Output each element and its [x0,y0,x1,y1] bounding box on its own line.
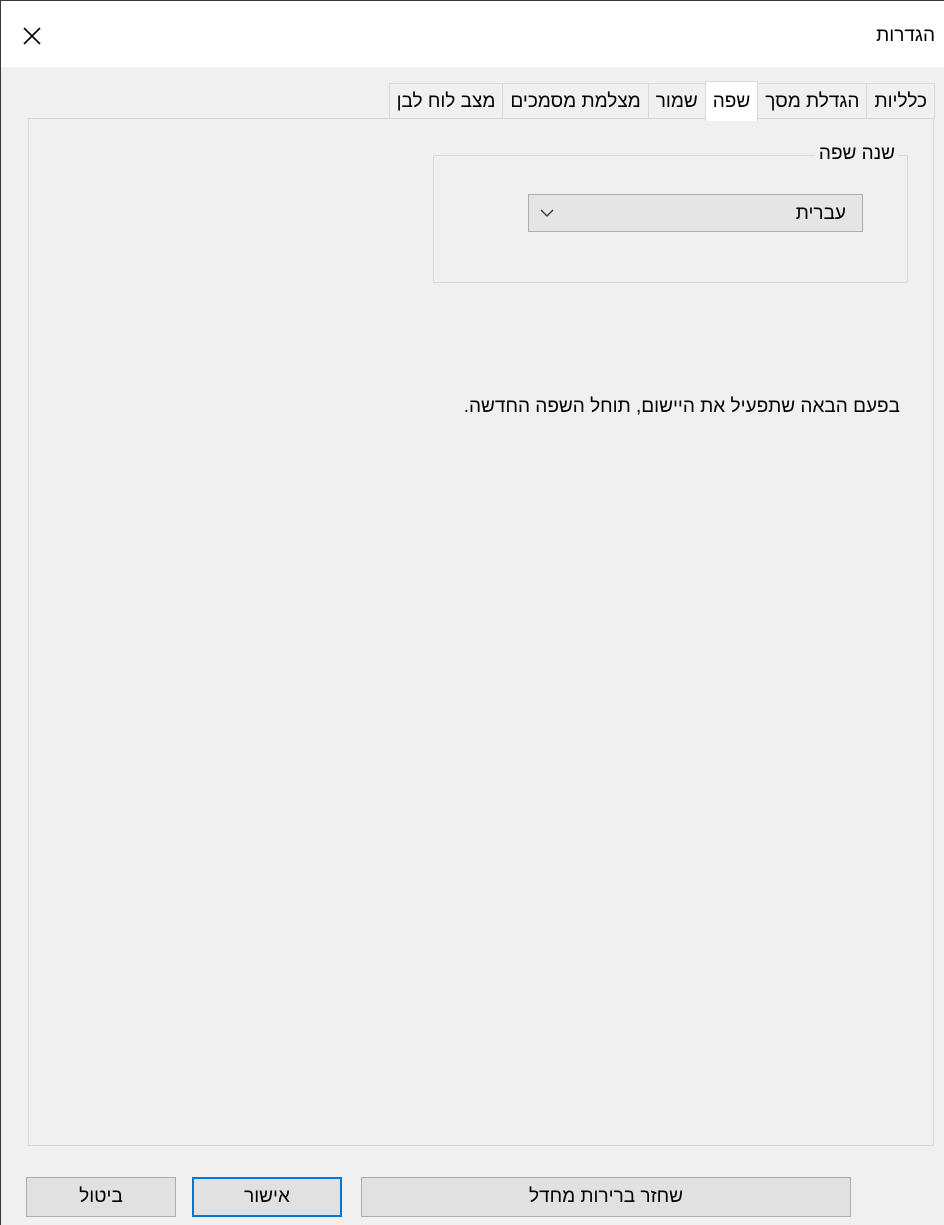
language-dropdown[interactable]: עברית [528,194,863,232]
tab-whiteboard-mode[interactable]: מצב לוח לבן [388,83,504,119]
tab-document-camera[interactable]: מצלמת מסמכים [502,83,649,119]
settings-dialog: הגדרות כלליות הגדלת מסך שפה שמור מצלמת מ… [0,0,944,1225]
cancel-button[interactable]: ביטול [26,1177,176,1217]
restart-notice: בפעם הבאה שתפעיל את היישום, תוחל השפה הח… [463,396,900,417]
language-group-legend: שנה שפה [814,143,899,165]
chevron-down-icon [540,209,554,217]
language-dropdown-value: עברית [795,203,846,224]
close-button[interactable] [15,19,49,53]
title-bar: הגדרות [1,1,944,67]
tab-general[interactable]: כלליות [866,83,935,119]
tab-language[interactable]: שפה [704,81,759,121]
restore-defaults-button[interactable]: שחזר ברירות מחדל [361,1177,851,1217]
close-icon [23,27,41,45]
ok-button[interactable]: אישור [192,1177,342,1217]
tab-strip: כלליות הגדלת מסך שפה שמור מצלמת מסמכים מ… [388,81,935,121]
tab-save[interactable]: שמור [647,83,706,119]
tab-magnifier[interactable]: הגדלת מסך [757,83,868,119]
window-title: הגדרות [876,25,935,46]
